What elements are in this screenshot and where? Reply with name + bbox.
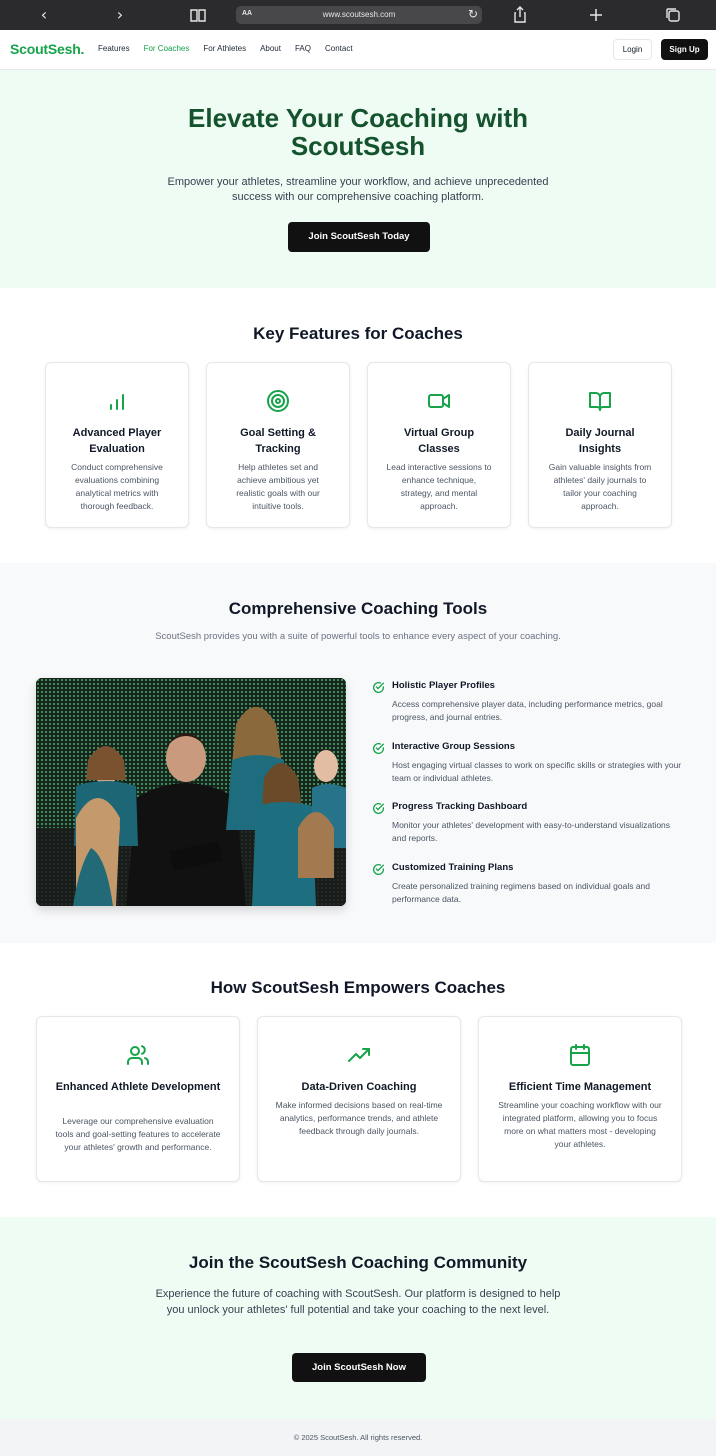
empower-card-text: Make informed decisions based on real-ti… — [275, 1100, 443, 1136]
community-title: Join the ScoutSesh Coaching Community — [188, 1253, 528, 1272]
hero-section: Elevate Your Coaching with ScoutSesh Emp… — [0, 70, 716, 288]
feature-title: Daily Journal Insights — [565, 427, 635, 455]
url-text: www.scoutsesh.com — [322, 10, 396, 19]
empower-card-text: Leverage our comprehensive evaluation to… — [55, 1116, 221, 1152]
nav-link-for-athletes[interactable]: For Athletes — [203, 44, 246, 53]
new-tab-icon[interactable] — [584, 5, 608, 25]
feature-title: Advanced Player Evaluation — [72, 427, 162, 455]
hero-subtitle: Empower your athletes, streamline your w… — [167, 176, 549, 203]
feature-text: Lead interactive sessions to enhance tec… — [386, 462, 492, 511]
join-now-button[interactable]: Join ScoutSesh Now — [292, 1353, 426, 1382]
feature-text: Help athletes set and achieve ambitious … — [236, 462, 320, 511]
trending-up-icon — [348, 1048, 370, 1062]
forward-icon[interactable]: › — [108, 5, 132, 25]
reader-icon[interactable] — [186, 5, 210, 25]
bar-chart-icon — [110, 394, 124, 410]
empower-card: Data-Driven Coaching Make informed decis… — [257, 1016, 461, 1182]
tools-title: Comprehensive Coaching Tools — [228, 599, 488, 618]
nav-link-contact[interactable]: Contact — [325, 44, 353, 53]
site-header: ScoutSesh. Features For Coaches For Athl… — [0, 30, 716, 70]
feature-text: Conduct comprehensive evaluations combin… — [71, 462, 163, 511]
logo[interactable]: ScoutSesh. — [10, 41, 84, 57]
feature-title: Virtual Group Classes — [403, 427, 475, 455]
tool-text: Create personalized training regimens ba… — [392, 881, 650, 904]
empower-title: How ScoutSesh Empowers Coaches — [210, 978, 506, 997]
check-circle-icon — [373, 863, 385, 875]
feature-card: Goal Setting & Tracking Help athletes se… — [206, 362, 350, 528]
tool-text: Host engaging virtual classes to work on… — [392, 760, 682, 783]
tool-title: Customized Training Plans — [392, 862, 514, 873]
empower-card-title: Data-Driven Coaching — [301, 1081, 417, 1093]
check-circle-icon — [373, 742, 385, 754]
check-circle-icon — [373, 681, 385, 693]
tool-text: Access comprehensive player data, includ… — [392, 699, 663, 722]
tool-title: Progress Tracking Dashboard — [392, 801, 528, 812]
reload-icon[interactable]: ↻ — [468, 7, 478, 21]
tools-subtitle: ScoutSesh provides you with a suite of p… — [155, 631, 561, 642]
empower-card-title: Enhanced Athlete Development — [55, 1081, 221, 1093]
login-button[interactable]: Login — [613, 39, 652, 60]
empower-card: Enhanced Athlete Development Leverage ou… — [36, 1016, 240, 1182]
community-text: Experience the future of coaching with S… — [155, 1288, 561, 1316]
users-icon — [127, 1045, 150, 1065]
empower-card: Efficient Time Management Streamline you… — [478, 1016, 682, 1182]
target-icon — [267, 390, 289, 412]
hero-title: Elevate Your Coaching with ScoutSesh — [188, 103, 528, 161]
calendar-icon — [570, 1044, 590, 1066]
share-icon[interactable] — [508, 5, 532, 25]
browser-toolbar: ‹ › AA www.scoutsesh.com ↻ — [0, 0, 716, 30]
book-open-icon — [589, 392, 611, 411]
tool-text: Monitor your athletes' development with … — [392, 820, 671, 843]
tool-title: Interactive Group Sessions — [392, 741, 516, 752]
video-icon — [428, 394, 450, 408]
footer: © 2025 ScoutSesh. All rights reserved. — [0, 1419, 716, 1456]
feature-card: Daily Journal Insights Gain valuable ins… — [528, 362, 672, 528]
check-circle-icon — [373, 802, 385, 814]
signup-button[interactable]: Sign Up — [661, 39, 708, 60]
nav-link-for-coaches[interactable]: For Coaches — [144, 44, 190, 53]
tools-section: Comprehensive Coaching Tools ScoutSesh p… — [0, 563, 716, 943]
copyright-text: © 2025 ScoutSesh. All rights reserved. — [293, 1433, 423, 1442]
key-features-title: Key Features for Coaches — [253, 324, 463, 343]
back-icon[interactable]: ‹ — [32, 5, 56, 25]
community-section: Join the ScoutSesh Coaching Community Ex… — [0, 1217, 716, 1419]
feature-card: Advanced Player Evaluation Conduct compr… — [45, 362, 189, 528]
nav-link-features[interactable]: Features — [98, 44, 130, 53]
nav-link-faq[interactable]: FAQ — [295, 44, 311, 53]
empower-card-title: Efficient Time Management — [508, 1081, 652, 1093]
nav-links: Features For Coaches For Athletes About … — [98, 44, 353, 53]
empower-card-text: Streamline your coaching workflow with o… — [498, 1100, 662, 1149]
feature-title: Goal Setting & Tracking — [240, 427, 316, 455]
feature-card: Virtual Group Classes Lead interactive s… — [367, 362, 511, 528]
address-bar[interactable]: AA www.scoutsesh.com ↻ — [236, 6, 482, 24]
feature-text: Gain valuable insights from athletes' da… — [548, 462, 652, 511]
tool-title: Holistic Player Profiles — [392, 680, 495, 691]
join-today-button[interactable]: Join ScoutSesh Today — [288, 222, 430, 252]
nav-link-about[interactable]: About — [260, 44, 281, 53]
tabs-icon[interactable] — [661, 5, 685, 25]
coaching-team-photo — [36, 678, 346, 906]
